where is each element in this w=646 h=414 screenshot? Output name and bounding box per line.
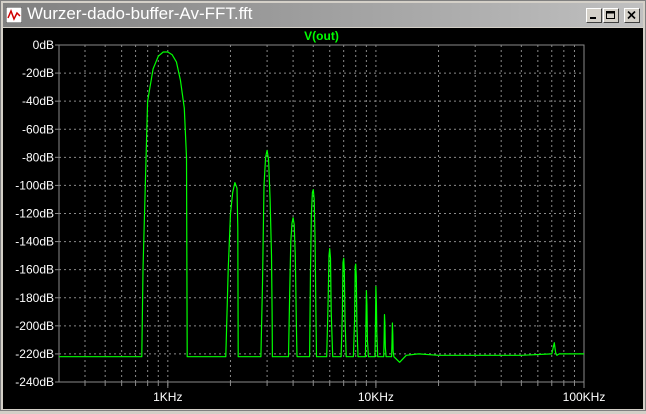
y-tick-label: -40dB	[22, 94, 54, 108]
maximize-icon	[606, 11, 615, 19]
y-tick-label: -140dB	[15, 235, 54, 249]
grid-layer	[58, 44, 585, 383]
close-button[interactable]	[624, 8, 640, 23]
series-line	[59, 51, 584, 363]
fft-chart[interactable]: 0dB -20dB -40dB -60dB -80dB -100dB -120dB -140d…	[3, 28, 643, 409]
y-tick-label: -200dB	[15, 319, 54, 333]
axis-layer: 0dB -20dB -40dB -60dB -80dB -100dB -120dB -140d…	[15, 38, 605, 404]
y-tick-label: -180dB	[15, 291, 54, 305]
title-bar[interactable]: Wurzer-dado-buffer-Av-FFT.fft	[3, 3, 643, 27]
window-title: Wurzer-dado-buffer-Av-FFT.fft	[27, 4, 253, 23]
y-tick-label: -80dB	[22, 150, 54, 164]
y-tick-label: -220dB	[15, 347, 54, 361]
x-tick-label: 100KHz	[563, 390, 606, 404]
legend-layer: V(out)	[304, 29, 339, 43]
maximize-button[interactable]	[603, 8, 619, 23]
legend-series-label: V(out)	[304, 29, 339, 43]
y-tick-label: -100dB	[15, 178, 54, 192]
minimize-icon	[590, 17, 596, 19]
y-tick-label: -120dB	[15, 207, 54, 221]
app-window: Wurzer-dado-buffer-Av-FFT.fft 0dB -20dB -4…	[0, 0, 646, 411]
y-tick-label: -160dB	[15, 263, 54, 277]
close-icon	[627, 11, 636, 20]
plot-pane[interactable]: 0dB -20dB -40dB -60dB -80dB -100dB -120dB -140d…	[3, 28, 643, 409]
y-tick-label: -60dB	[22, 122, 54, 136]
x-tick-label: 10KHz	[358, 390, 394, 404]
y-tick-label: -20dB	[22, 66, 54, 80]
minimize-button[interactable]	[586, 8, 602, 23]
trace-layer	[59, 51, 584, 363]
waveform-icon	[6, 7, 22, 23]
x-tick-label: 1KHz	[153, 390, 182, 404]
y-tick-label: 0dB	[33, 38, 54, 52]
y-tick-label: -240dB	[15, 375, 54, 389]
